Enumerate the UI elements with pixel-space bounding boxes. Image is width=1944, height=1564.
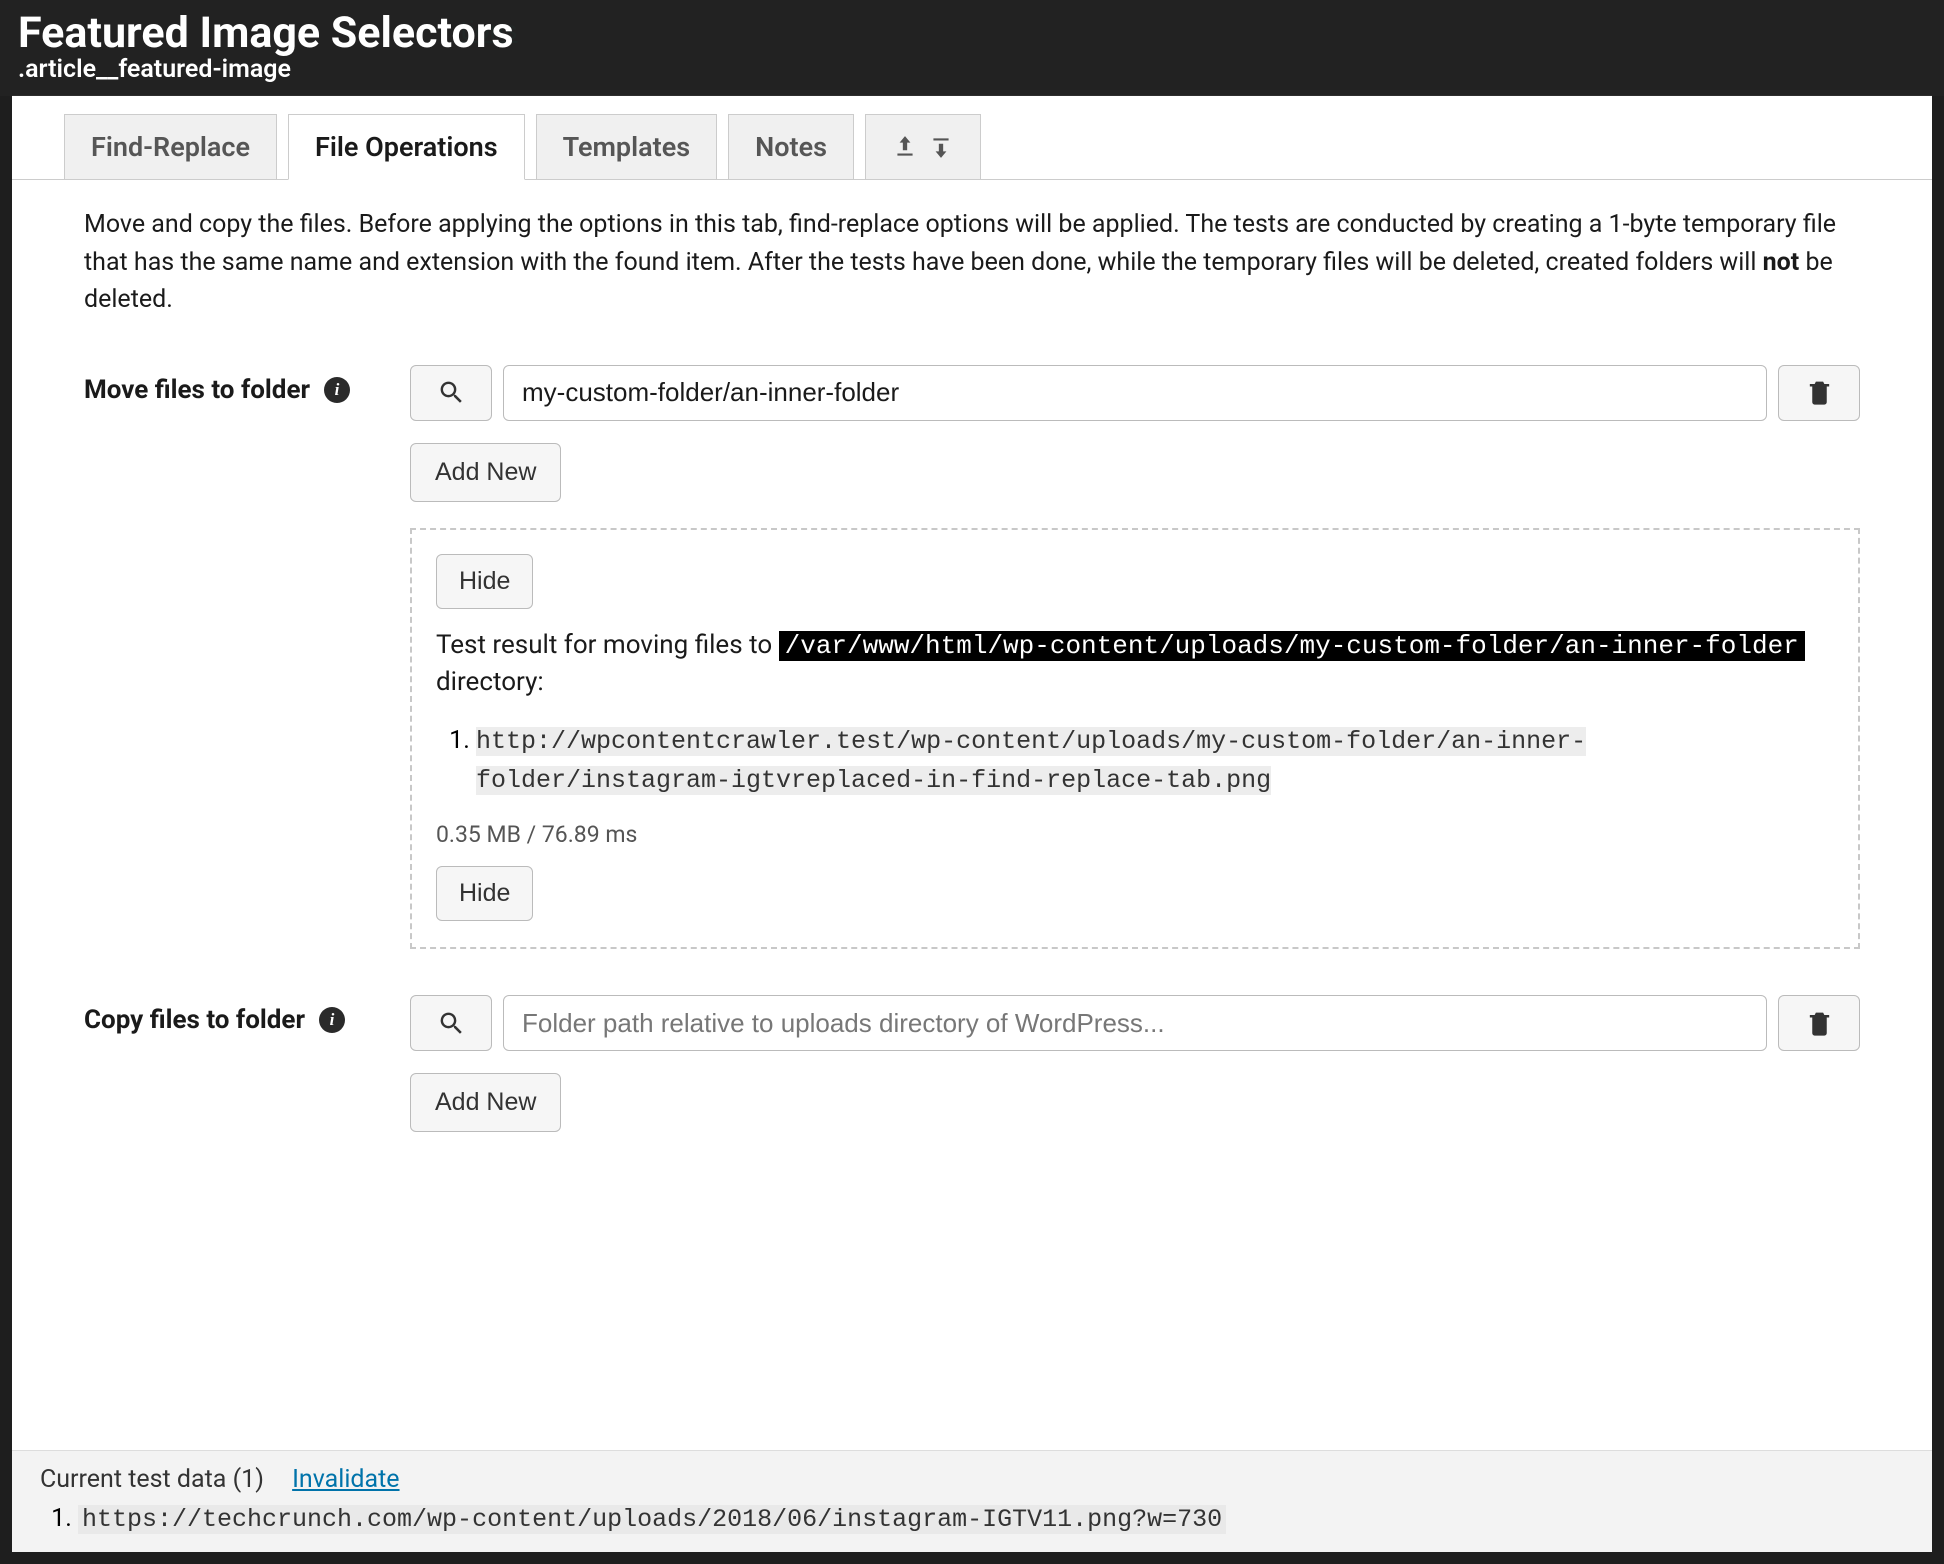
main-panel: Find-Replace File Operations Templates N… <box>12 95 1932 1552</box>
test-result-box: Hide Test result for moving files to /va… <box>410 528 1860 950</box>
move-folder-input[interactable] <box>503 365 1767 421</box>
video-caption-overlay: Featured Image Selectors .article__featu… <box>0 0 1944 96</box>
search-icon <box>437 1009 466 1038</box>
trash-icon <box>1805 1009 1834 1038</box>
test-data-url: https://techcrunch.com/wp-content/upload… <box>78 1505 1226 1534</box>
info-icon[interactable]: i <box>324 377 350 403</box>
trash-icon <box>1805 378 1834 407</box>
test-data-item: https://techcrunch.com/wp-content/upload… <box>78 1504 1904 1534</box>
result-path-code: /var/www/html/wp-content/uploads/my-cust… <box>779 631 1805 661</box>
delete-button[interactable] <box>1778 995 1860 1051</box>
hide-button-bottom[interactable]: Hide <box>436 866 533 921</box>
tab-import-export[interactable] <box>865 114 981 180</box>
result-list: http://wpcontentcrawler.test/wp-content/… <box>476 722 1834 799</box>
move-files-label: Move files to folder i <box>84 365 410 405</box>
test-data-header: Current test data (1) Invalidate <box>40 1465 1904 1494</box>
copy-files-label: Copy files to folder i <box>84 995 410 1035</box>
hide-button-top[interactable]: Hide <box>436 554 533 609</box>
caption-subtitle: .article__featured-image <box>18 55 1926 84</box>
result-stats: 0.35 MB / 76.89 ms <box>436 821 1834 848</box>
tab-description: Move and copy the files. Before applying… <box>84 206 1860 319</box>
import-icon <box>928 134 954 160</box>
test-data-bar: Current test data (1) Invalidate https:/… <box>12 1450 1932 1552</box>
tab-find-replace[interactable]: Find-Replace <box>64 114 277 180</box>
move-files-row: Move files to folder i Add New Hide <box>84 365 1860 950</box>
content-area: Move and copy the files. Before applying… <box>12 180 1932 1450</box>
copy-folder-input[interactable] <box>503 995 1767 1051</box>
result-url: http://wpcontentcrawler.test/wp-content/… <box>476 727 1586 795</box>
tab-notes[interactable]: Notes <box>728 114 854 180</box>
search-icon <box>437 378 466 407</box>
test-button[interactable] <box>410 365 492 421</box>
add-new-button[interactable]: Add New <box>410 1073 561 1132</box>
export-icon <box>892 134 918 160</box>
add-new-button[interactable]: Add New <box>410 443 561 502</box>
tab-file-operations[interactable]: File Operations <box>288 114 525 180</box>
tab-templates[interactable]: Templates <box>536 114 718 180</box>
test-button[interactable] <box>410 995 492 1051</box>
test-data-list: https://techcrunch.com/wp-content/upload… <box>78 1504 1904 1534</box>
invalidate-link[interactable]: Invalidate <box>292 1465 399 1494</box>
caption-title: Featured Image Selectors <box>18 10 1926 57</box>
delete-button[interactable] <box>1778 365 1860 421</box>
result-item: http://wpcontentcrawler.test/wp-content/… <box>476 722 1834 799</box>
info-icon[interactable]: i <box>319 1007 345 1033</box>
tabs-row: Find-Replace File Operations Templates N… <box>12 95 1932 180</box>
copy-files-row: Copy files to folder i Add New <box>84 995 1860 1132</box>
test-result-text: Test result for moving files to /var/www… <box>436 627 1834 701</box>
